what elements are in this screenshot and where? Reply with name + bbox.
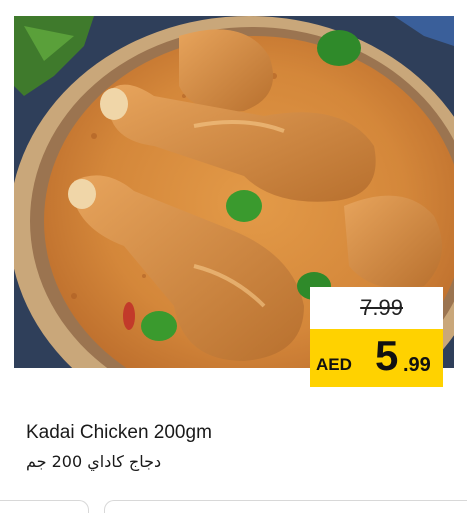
old-price: 7.99 [360, 295, 403, 320]
next-card-left-edge [0, 500, 89, 513]
product-title-en[interactable]: Kadai Chicken 200gm [26, 422, 212, 444]
product-title-ar[interactable]: دجاج كاداي 200 جم [26, 452, 161, 471]
product-card[interactable]: 7.99 AED 5 .99 Kadai Chicken 200gm دجاج … [0, 0, 467, 513]
old-price-box: 7.99 [310, 287, 443, 329]
currency-label: AED [316, 355, 352, 374]
new-price-box: AED 5 .99 [310, 329, 443, 387]
price-badge: 7.99 AED 5 .99 [310, 287, 443, 387]
price-decimal: .99 [403, 354, 431, 376]
next-card-right-edge [104, 500, 467, 513]
price-whole: 5 [375, 332, 399, 379]
